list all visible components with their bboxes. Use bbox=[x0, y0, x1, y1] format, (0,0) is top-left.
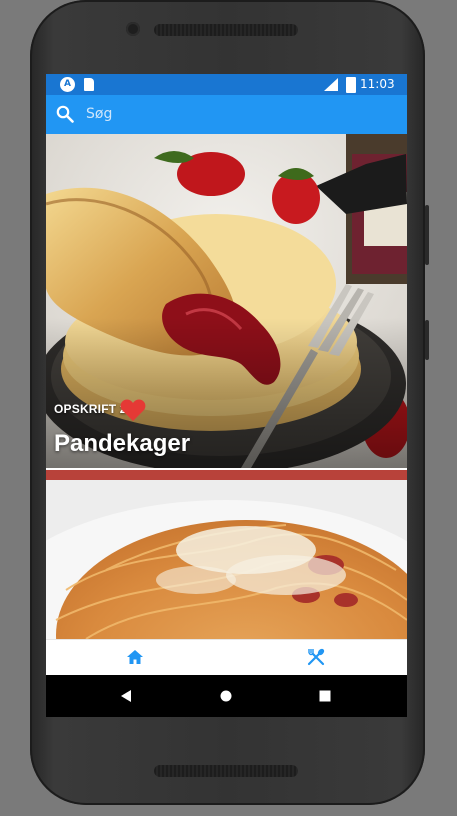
heart-icon[interactable] bbox=[120, 398, 146, 422]
recents-button[interactable] bbox=[295, 675, 355, 717]
recents-icon bbox=[319, 690, 331, 702]
signal-icon bbox=[324, 78, 338, 91]
nav-home[interactable] bbox=[46, 640, 226, 675]
home-circle-icon bbox=[220, 690, 232, 702]
back-icon bbox=[121, 690, 131, 702]
app-notification-icon: A bbox=[60, 77, 75, 92]
home-button[interactable] bbox=[196, 675, 256, 717]
top-speaker bbox=[154, 24, 298, 36]
pancakes-photo bbox=[46, 134, 407, 468]
recipe-title: Pandekager bbox=[54, 430, 191, 457]
front-camera bbox=[126, 22, 140, 36]
spaghetti-photo bbox=[46, 470, 407, 639]
status-time: 11:03 bbox=[360, 77, 395, 91]
bottom-speaker bbox=[154, 765, 298, 777]
screen: A 11:03 Søg OPSKRIFT 2 Pandekager bbox=[46, 74, 407, 717]
back-button[interactable] bbox=[96, 675, 156, 717]
search-bar bbox=[46, 95, 407, 134]
android-navigation-bar bbox=[46, 675, 407, 717]
recipe-card-pandekager[interactable]: OPSKRIFT 2 Pandekager bbox=[46, 134, 407, 468]
search-icon[interactable] bbox=[56, 105, 74, 123]
home-icon bbox=[127, 650, 143, 664]
fork-spoon-icon bbox=[307, 648, 325, 666]
recipe-category: OPSKRIFT 2 bbox=[54, 402, 127, 416]
search-input[interactable] bbox=[86, 102, 386, 126]
volume-button bbox=[425, 205, 429, 265]
bottom-navigation bbox=[46, 639, 407, 675]
recipe-card-spaghetti[interactable] bbox=[46, 470, 407, 639]
sd-card-icon bbox=[84, 78, 94, 91]
power-button bbox=[425, 320, 429, 360]
battery-icon bbox=[346, 77, 356, 93]
status-bar: A 11:03 bbox=[46, 74, 407, 95]
nav-recipes[interactable] bbox=[226, 640, 406, 675]
